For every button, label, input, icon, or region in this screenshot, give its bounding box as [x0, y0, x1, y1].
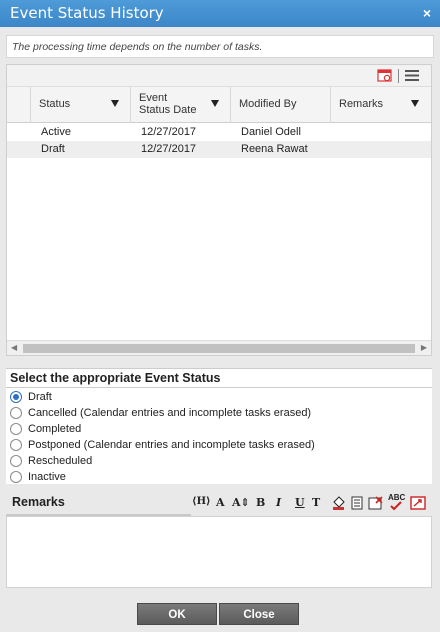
row-indicator-header	[7, 87, 31, 123]
status-history-grid: Status Event Status Date Modified By Rem…	[6, 64, 432, 356]
italic-icon[interactable]: I	[276, 496, 281, 510]
radio-label: Completed	[28, 423, 82, 435]
bold-icon[interactable]: B	[256, 496, 265, 510]
close-button[interactable]: Close	[219, 603, 299, 625]
column-modified-by[interactable]: Modified By	[231, 87, 331, 123]
maximize-icon[interactable]	[410, 496, 426, 510]
title-bar: Event Status History ×	[0, 0, 440, 27]
toolbar-divider	[398, 69, 399, 83]
filter-icon[interactable]	[211, 100, 219, 107]
radio-button[interactable]	[10, 423, 22, 435]
column-date-label: Event Status Date	[139, 92, 197, 116]
column-status-label: Status	[39, 98, 71, 110]
cell-status: Active	[41, 126, 71, 138]
delete-table-icon[interactable]	[368, 496, 383, 510]
radio-label: Cancelled (Calendar entries and incomple…	[28, 407, 312, 419]
radio-button[interactable]	[10, 407, 22, 419]
column-modified-by-label: Modified By	[239, 98, 297, 110]
section-title: Select the appropriate Event Status	[10, 371, 221, 385]
document-icon[interactable]	[351, 496, 363, 510]
column-remarks[interactable]: Remarks	[331, 87, 431, 123]
scrollbar-thumb[interactable]	[23, 344, 415, 353]
calendar-settings-icon[interactable]	[377, 68, 393, 83]
table-row[interactable]: Active 12/27/2017 Daniel Odell	[7, 124, 431, 141]
radio-label: Postponed (Calendar entries and incomple…	[28, 439, 315, 451]
cell-modified-by: Daniel Odell	[241, 126, 301, 138]
scroll-right-icon[interactable]: ▶	[421, 343, 427, 352]
heading-icon[interactable]: ⟨H⟩	[192, 496, 211, 510]
dialog-title: Event Status History	[10, 4, 164, 22]
ok-button[interactable]: OK	[137, 603, 217, 625]
scroll-left-icon[interactable]: ◀	[11, 343, 17, 352]
radio-label: Inactive	[28, 471, 66, 483]
radio-label: Rescheduled	[28, 455, 93, 467]
check-icon	[390, 501, 402, 511]
filter-icon[interactable]	[111, 100, 119, 107]
clear-format-icon[interactable]: T	[312, 496, 320, 510]
remarks-label: Remarks	[12, 495, 65, 509]
cell-date: 12/27/2017	[141, 143, 197, 155]
close-icon[interactable]: ×	[423, 5, 431, 21]
fill-color-icon[interactable]	[331, 496, 346, 510]
column-event-status-date[interactable]: Event Status Date	[131, 87, 231, 123]
remarks-editor[interactable]	[6, 516, 432, 588]
filter-icon[interactable]	[411, 100, 419, 107]
horizontal-scrollbar[interactable]: ◀ ▶	[7, 340, 431, 355]
column-status[interactable]: Status	[31, 87, 131, 123]
radio-button[interactable]	[10, 455, 22, 467]
radio-label: Draft	[28, 391, 52, 403]
radio-button[interactable]	[10, 471, 22, 483]
info-bar: The processing time depends on the numbe…	[6, 35, 434, 58]
radio-button[interactable]	[10, 439, 22, 451]
menu-icon[interactable]	[404, 68, 420, 83]
column-remarks-label: Remarks	[339, 98, 384, 110]
radio-button-selected[interactable]	[10, 391, 22, 403]
event-status-section: Select the appropriate Event Status Draf…	[6, 368, 432, 484]
grid-toolbar	[7, 65, 431, 87]
table-row[interactable]: Draft 12/27/2017 Reena Rawat	[7, 141, 431, 158]
grid-header: Status Event Status Date Modified By Rem…	[7, 87, 431, 123]
font-icon[interactable]: A	[216, 496, 225, 510]
info-text: The processing time depends on the numbe…	[12, 41, 263, 53]
section-divider	[6, 387, 432, 388]
cell-status: Draft	[41, 143, 65, 155]
cell-modified-by: Reena Rawat	[241, 143, 308, 155]
font-size-icon[interactable]: A⇕	[232, 496, 250, 510]
cell-date: 12/27/2017	[141, 126, 197, 138]
remarks-header: Remarks ⟨H⟩ A A⇕ B I U T ABC	[6, 491, 432, 516]
underline-icon[interactable]: U	[295, 496, 305, 510]
